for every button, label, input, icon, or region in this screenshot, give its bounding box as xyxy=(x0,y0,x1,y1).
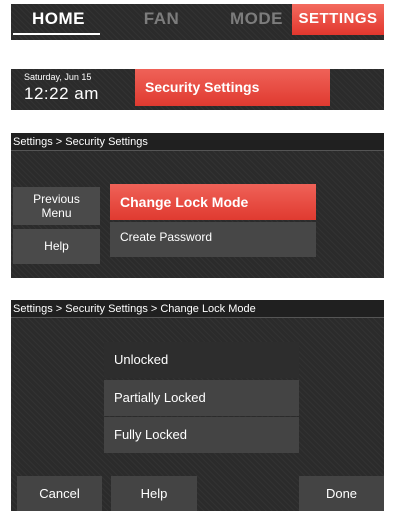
create-password-button[interactable]: Create Password xyxy=(110,222,316,257)
breadcrumb: Settings > Security Settings > Change Lo… xyxy=(11,300,384,318)
tab-mode[interactable]: MODE xyxy=(209,4,304,34)
settings-header-panel: Saturday, Jun 15 12:22 am Security Setti… xyxy=(11,69,384,110)
date-label: Saturday, Jun 15 xyxy=(24,72,92,82)
security-settings-button[interactable]: Security Settings xyxy=(135,69,330,106)
lock-option-unlocked[interactable]: Unlocked xyxy=(104,342,299,378)
tab-home[interactable]: HOME xyxy=(11,4,106,34)
previous-menu-button[interactable]: Previous Menu xyxy=(13,187,100,225)
cancel-button[interactable]: Cancel xyxy=(17,476,102,511)
change-lock-mode-panel: Settings > Security Settings > Change Lo… xyxy=(11,300,384,511)
tab-fan[interactable]: FAN xyxy=(114,4,209,34)
help-button[interactable]: Help xyxy=(111,476,197,511)
lock-option-partially-locked[interactable]: Partially Locked xyxy=(104,380,299,416)
change-lock-mode-button[interactable]: Change Lock Mode xyxy=(110,184,316,220)
security-settings-panel: Settings > Security Settings Previous Me… xyxy=(11,133,384,278)
lock-option-fully-locked[interactable]: Fully Locked xyxy=(104,417,299,453)
top-nav-bar: HOME FAN MODE SETTINGS xyxy=(11,4,384,40)
done-button[interactable]: Done xyxy=(299,476,384,511)
breadcrumb: Settings > Security Settings xyxy=(11,133,384,151)
tab-settings[interactable]: SETTINGS xyxy=(292,4,384,35)
previous-menu-label: Previous Menu xyxy=(33,192,80,220)
time-label: 12:22 am xyxy=(24,84,99,103)
active-tab-underline xyxy=(13,33,100,35)
help-button[interactable]: Help xyxy=(13,229,100,264)
